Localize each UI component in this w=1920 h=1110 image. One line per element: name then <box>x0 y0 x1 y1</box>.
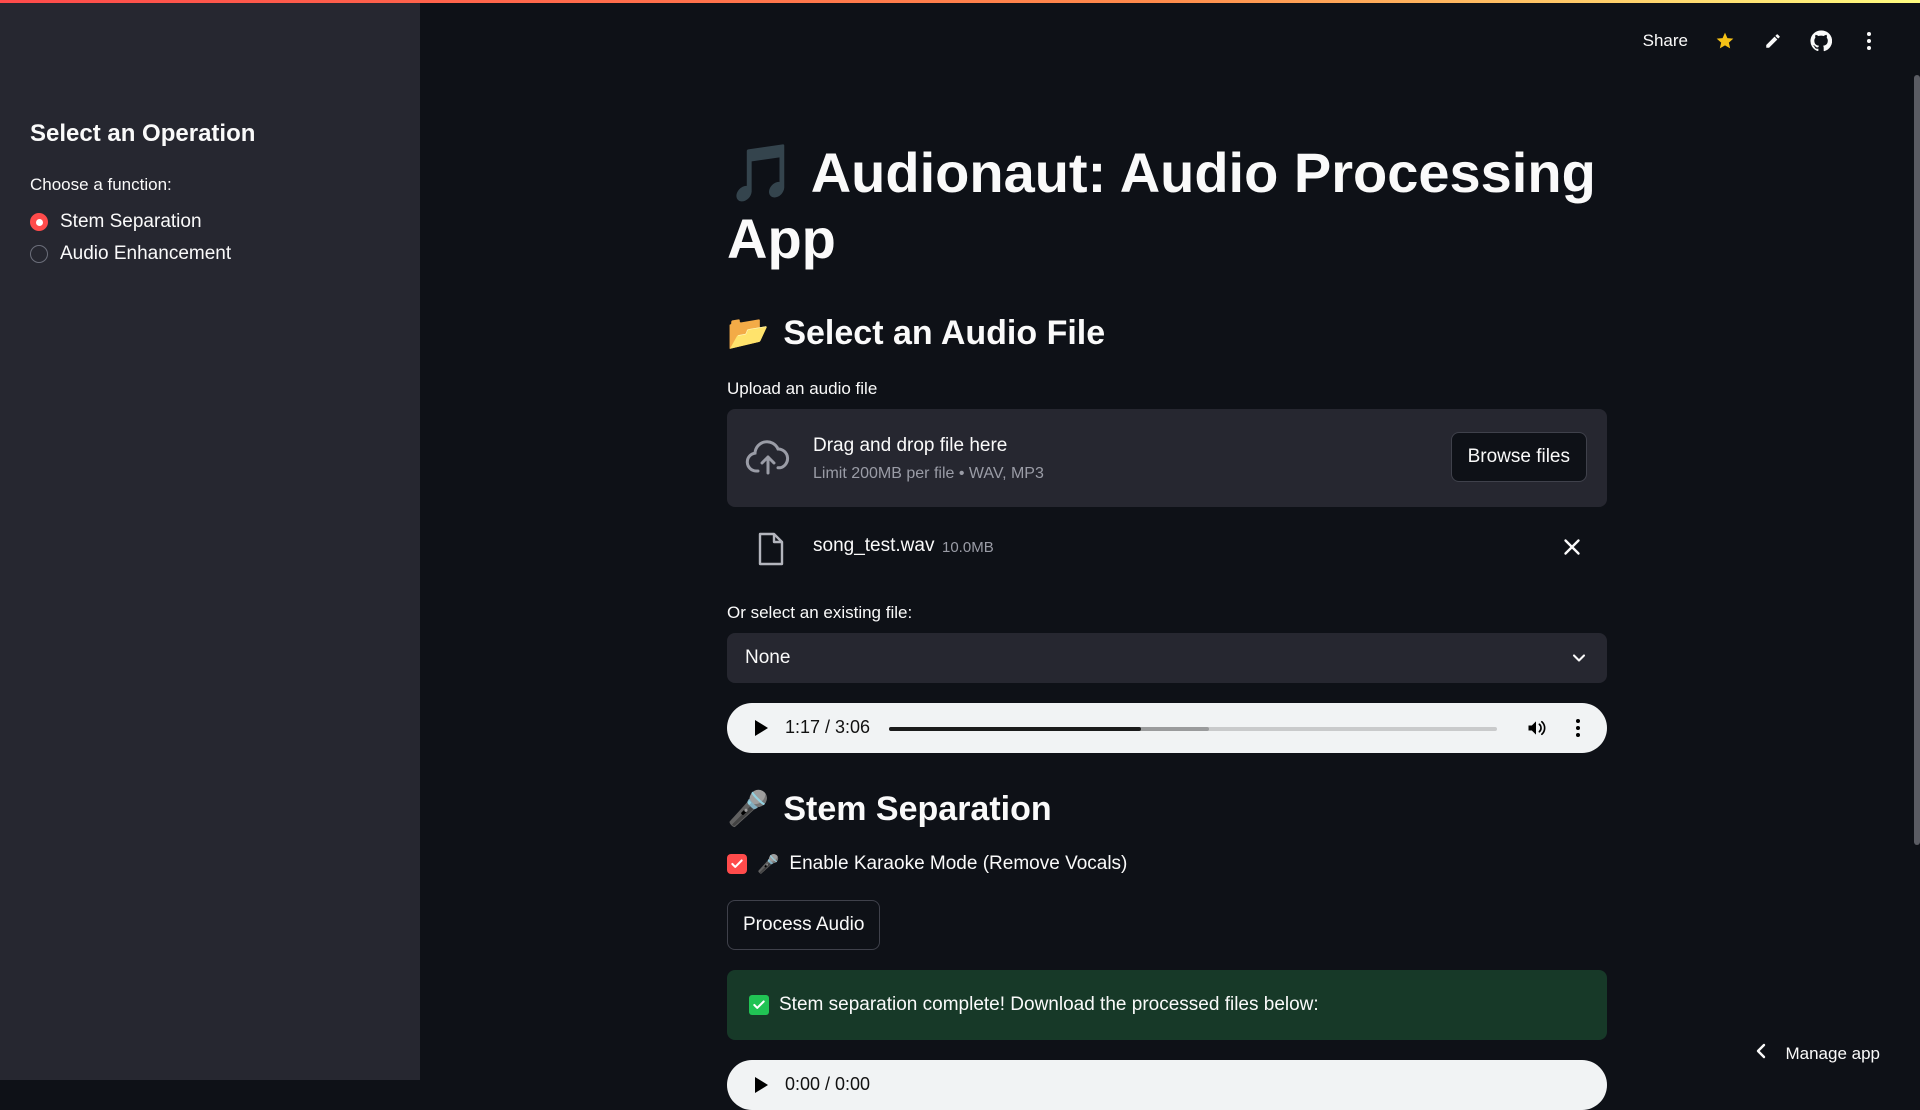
audio-progress-bar[interactable] <box>889 727 1497 731</box>
select-file-heading-text: Select an Audio File <box>783 313 1106 352</box>
existing-file-select[interactable]: None <box>727 633 1607 683</box>
check-icon <box>749 995 769 1015</box>
process-audio-button[interactable]: Process Audio <box>727 900 881 950</box>
folder-icon: 📂 <box>727 314 770 352</box>
karaoke-label: Enable Karaoke Mode (Remove Vocals) <box>789 853 1128 874</box>
music-note-icon: 🎵 <box>727 141 797 204</box>
file-icon <box>757 532 785 571</box>
uploaded-file-row: song_test.wav 10.0MB <box>727 524 1607 574</box>
audio-time: 0:00 / 0:00 <box>785 1074 871 1094</box>
dropzone-limit: Limit 200MB per file • WAV, MP3 <box>813 465 1044 482</box>
volume-icon[interactable] <box>1525 718 1547 743</box>
audio-played-bar <box>889 727 1142 731</box>
stem-separation-heading: 🎤 Stem Separation <box>727 789 1052 829</box>
header-actions: Share <box>1643 30 1880 52</box>
radio-stem-separation-label: Stem Separation <box>60 211 202 232</box>
karaoke-checkbox[interactable]: 🎤 Enable Karaoke Mode (Remove Vocals) <box>727 853 1127 875</box>
radio-audio-enhancement[interactable]: Audio Enhancement <box>30 243 231 265</box>
existing-file-select-value: None <box>745 647 791 668</box>
existing-file-label: Or select an existing file: <box>727 603 913 622</box>
remove-file-icon[interactable] <box>1559 534 1585 565</box>
dropzone-instruction: Drag and drop file here <box>813 435 1008 456</box>
main-scrollbar[interactable] <box>1914 75 1920 845</box>
page-title: 🎵 Audionaut: Audio Processing App <box>727 140 1607 272</box>
pencil-icon[interactable] <box>1762 30 1784 52</box>
karaoke-microphone-icon: 🎤 <box>757 853 780 874</box>
play-icon[interactable] <box>753 1076 769 1099</box>
browse-files-button[interactable]: Browse files <box>1450 432 1587 482</box>
sidebar-title: Select an Operation <box>30 120 256 147</box>
audio-player: 1:17 / 3:06 <box>727 703 1607 753</box>
kebab-menu-icon[interactable] <box>1858 30 1880 52</box>
sidebar: Select an Operation Choose a function: S… <box>0 0 420 1080</box>
uploaded-file-name: song_test.wav <box>813 535 935 556</box>
audio-time: 1:17 / 3:06 <box>785 717 871 737</box>
page-title-text: Audionaut: Audio Processing App <box>727 141 1596 270</box>
operation-radio-label: Choose a function: <box>30 175 172 194</box>
radio-stem-separation[interactable]: Stem Separation <box>30 211 202 233</box>
radio-selected-icon[interactable] <box>30 213 48 231</box>
file-dropzone[interactable]: Drag and drop file here Limit 200MB per … <box>727 409 1607 507</box>
checkbox-checked-icon[interactable] <box>727 854 747 874</box>
share-button[interactable]: Share <box>1643 31 1688 51</box>
audio-more-icon[interactable] <box>1575 718 1581 743</box>
manage-app-label: Manage app <box>1785 1043 1880 1063</box>
stem-separation-heading-text: Stem Separation <box>783 789 1052 828</box>
uploaded-file-size: 10.0MB <box>942 539 994 556</box>
chevron-down-icon <box>1569 648 1589 673</box>
github-icon[interactable] <box>1810 30 1832 52</box>
radio-unselected-icon[interactable] <box>30 245 48 263</box>
select-file-heading: 📂 Select an Audio File <box>727 313 1105 353</box>
top-accent-stripe <box>0 0 1920 3</box>
chevron-left-icon <box>1755 1043 1767 1064</box>
success-alert: Stem separation complete! Download the p… <box>727 970 1607 1040</box>
star-icon[interactable] <box>1714 30 1736 52</box>
radio-audio-enhancement-label: Audio Enhancement <box>60 243 232 264</box>
microphone-icon: 🎤 <box>727 790 770 828</box>
upload-label: Upload an audio file <box>727 379 878 398</box>
success-message: Stem separation complete! Download the p… <box>779 994 1319 1015</box>
cloud-upload-icon <box>745 439 791 482</box>
audio-player-output: 0:00 / 0:00 <box>727 1060 1607 1110</box>
manage-app-button[interactable]: Manage app <box>1755 1043 1880 1064</box>
play-icon[interactable] <box>753 719 769 742</box>
